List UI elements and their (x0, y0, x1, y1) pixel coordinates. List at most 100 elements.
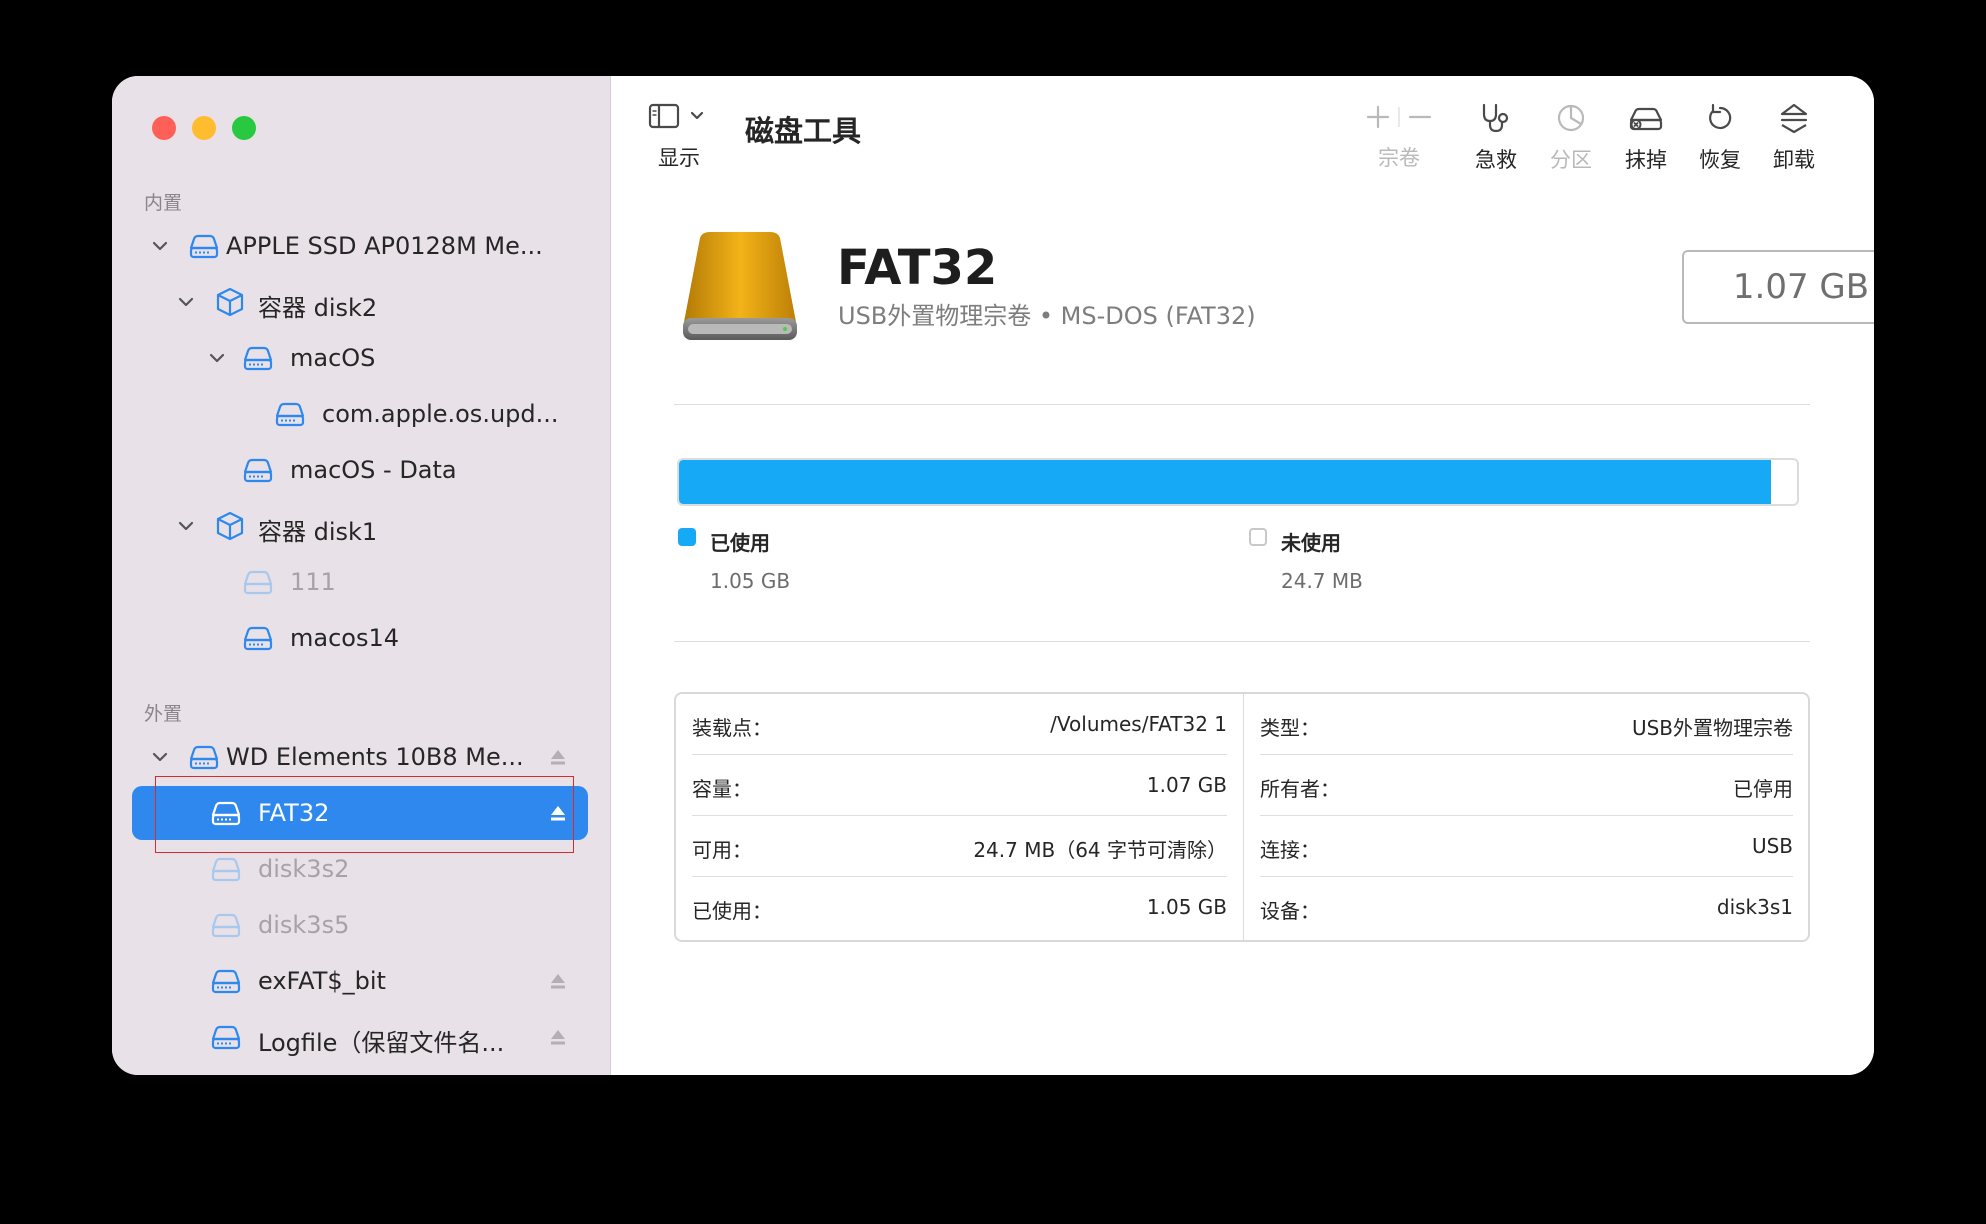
external-drive-image (683, 232, 797, 340)
disk-utility-window: 内置 APPLE SSD AP0128M Me... 容器 disk2 macO… (112, 76, 1874, 1075)
volume-icon (243, 626, 273, 651)
used-legend-value: 1.05 GB (710, 569, 791, 593)
info-row-used: 已使用： 1.05 GB (676, 877, 1243, 938)
sidebar-item-disk3s5[interactable]: disk3s5 (132, 898, 588, 952)
close-window-button[interactable] (152, 116, 176, 140)
sidebar-toggle-icon (648, 103, 704, 129)
sidebar-item-111[interactable]: 111 (132, 555, 588, 609)
info-value: 1.07 GB (1146, 773, 1227, 797)
erase-drive-icon (1629, 107, 1663, 131)
chevron-down-icon[interactable] (150, 236, 170, 256)
free-legend-value: 24.7 MB (1281, 569, 1363, 593)
sidebar-item-macos14[interactable]: macos14 (132, 611, 588, 665)
sidebar-item-label: 容器 disk2 (258, 294, 378, 322)
plus-minus-icon (1366, 105, 1432, 129)
capacity-badge: 1.07 GB (1682, 250, 1874, 324)
container-cube-icon (216, 287, 244, 317)
partition-label: 分区 (1550, 148, 1592, 172)
free-legend-label: 未使用 (1281, 531, 1341, 555)
info-key: 容量： (692, 777, 752, 801)
section-external-header: 外置 (144, 703, 183, 725)
volume-icon (211, 913, 241, 938)
info-left-column: 装载点： /Volumes/FAT32 1 容量： 1.07 GB 可用： 24… (676, 694, 1243, 940)
sidebar-item-label: disk3s5 (258, 911, 350, 939)
usage-bar-used (679, 460, 1772, 504)
sidebar-item-logfile[interactable]: Logfile（保留文件名... (132, 1010, 588, 1064)
volume-icon (211, 1025, 241, 1050)
info-value: 1.05 GB (1146, 895, 1227, 919)
volume-icon (211, 857, 241, 882)
volume-subtitle: USB外置物理宗卷 • MS-DOS (FAT32) (838, 302, 1256, 330)
pie-chart-icon (1557, 104, 1585, 132)
volume-icon (275, 402, 305, 427)
info-key: 装载点： (692, 716, 772, 740)
info-value: 已停用 (1733, 777, 1793, 801)
info-row-mount-point: 装载点： /Volumes/FAT32 1 (676, 694, 1243, 755)
restore-button[interactable]: 恢复 (1695, 102, 1745, 174)
minimize-window-button[interactable] (192, 116, 216, 140)
sidebar-item-label: macos14 (290, 624, 400, 652)
eject-icon[interactable] (548, 803, 568, 823)
sidebar: 内置 APPLE SSD AP0128M Me... 容器 disk2 macO… (112, 76, 611, 1075)
external-drive-icon (189, 745, 219, 770)
chevron-down-icon[interactable] (176, 516, 196, 536)
unmount-label: 卸载 (1773, 148, 1815, 172)
view-label: 显示 (658, 146, 700, 170)
sidebar-item-label: macOS - Data (290, 456, 457, 484)
view-button[interactable]: 显示 (647, 102, 711, 172)
volume-label: 宗卷 (1378, 146, 1420, 170)
restore-arrow-icon (1709, 103, 1732, 130)
sidebar-item-container-disk2[interactable]: 容器 disk2 (132, 275, 588, 329)
eject-icon[interactable] (548, 971, 568, 991)
section-internal-header: 内置 (144, 192, 183, 214)
app-title: 磁盘工具 (745, 114, 862, 148)
sidebar-item-label: APPLE SSD AP0128M Me... (226, 232, 543, 260)
unmount-button[interactable]: 卸载 (1769, 102, 1819, 174)
sidebar-item-label: WD Elements 10B8 Me... (226, 743, 524, 771)
volume-icon (211, 969, 241, 994)
sidebar-item-exfat-bit[interactable]: exFAT$_bit (132, 954, 588, 1008)
volume-info-table: 装载点： /Volumes/FAT32 1 容量： 1.07 GB 可用： 24… (674, 692, 1810, 942)
stethoscope-icon (1482, 103, 1509, 133)
divider (674, 641, 1810, 642)
zoom-window-button[interactable] (232, 116, 256, 140)
sidebar-item-label: com.apple.os.upd... (322, 400, 559, 428)
sidebar-item-wd-elements[interactable]: WD Elements 10B8 Me... (132, 730, 588, 784)
partition-button[interactable]: 分区 (1546, 102, 1596, 174)
divider (674, 404, 1810, 405)
sidebar-item-macos-data[interactable]: macOS - Data (132, 443, 588, 497)
volume-icon (243, 346, 273, 371)
erase-button[interactable]: 抹掉 (1621, 102, 1671, 174)
sidebar-item-disk3s2[interactable]: disk3s2 (132, 842, 588, 896)
sidebar-item-macos[interactable]: macOS (132, 331, 588, 385)
info-value: /Volumes/FAT32 1 (1050, 712, 1227, 736)
info-value: disk3s1 (1716, 895, 1793, 919)
chevron-down-icon[interactable] (150, 747, 170, 767)
first-aid-button[interactable]: 急救 (1471, 102, 1521, 174)
sidebar-item-fat32[interactable]: FAT32 (132, 786, 588, 840)
usage-bar (677, 458, 1799, 506)
info-key: 连接： (1260, 838, 1320, 862)
eject-icon[interactable] (548, 747, 568, 767)
eject-icon[interactable] (548, 1027, 568, 1047)
chevron-down-icon[interactable] (176, 292, 196, 312)
info-row-capacity: 容量： 1.07 GB (676, 755, 1243, 816)
volume-add-remove-button[interactable]: 宗卷 (1360, 102, 1438, 172)
sidebar-item-container-disk1[interactable]: 容器 disk1 (132, 499, 588, 553)
info-row-available: 可用： 24.7 MB（64 字节可清除） (676, 816, 1243, 877)
info-key: 已使用： (692, 899, 772, 923)
sidebar-item-snapshot[interactable]: com.apple.os.upd... (132, 387, 588, 441)
info-key: 类型： (1260, 716, 1320, 740)
chevron-down-icon[interactable] (207, 348, 227, 368)
info-row-device: 设备： disk3s1 (1244, 877, 1809, 938)
info-key: 可用： (692, 838, 752, 862)
sidebar-item-label: 容器 disk1 (258, 518, 378, 546)
sidebar-item-label: disk3s2 (258, 855, 350, 883)
info-value: USB外置物理宗卷 (1631, 716, 1793, 740)
volume-icon (211, 801, 241, 826)
info-key: 设备： (1260, 899, 1320, 923)
container-cube-icon (216, 511, 244, 541)
volume-name: FAT32 (837, 240, 998, 296)
sidebar-item-apple-ssd[interactable]: APPLE SSD AP0128M Me... (132, 219, 588, 273)
main-pane: 显示 磁盘工具 宗卷 急救 分区 抹掉 恢复 卸载 FAT32 USB外置物理宗… (611, 76, 1874, 1075)
